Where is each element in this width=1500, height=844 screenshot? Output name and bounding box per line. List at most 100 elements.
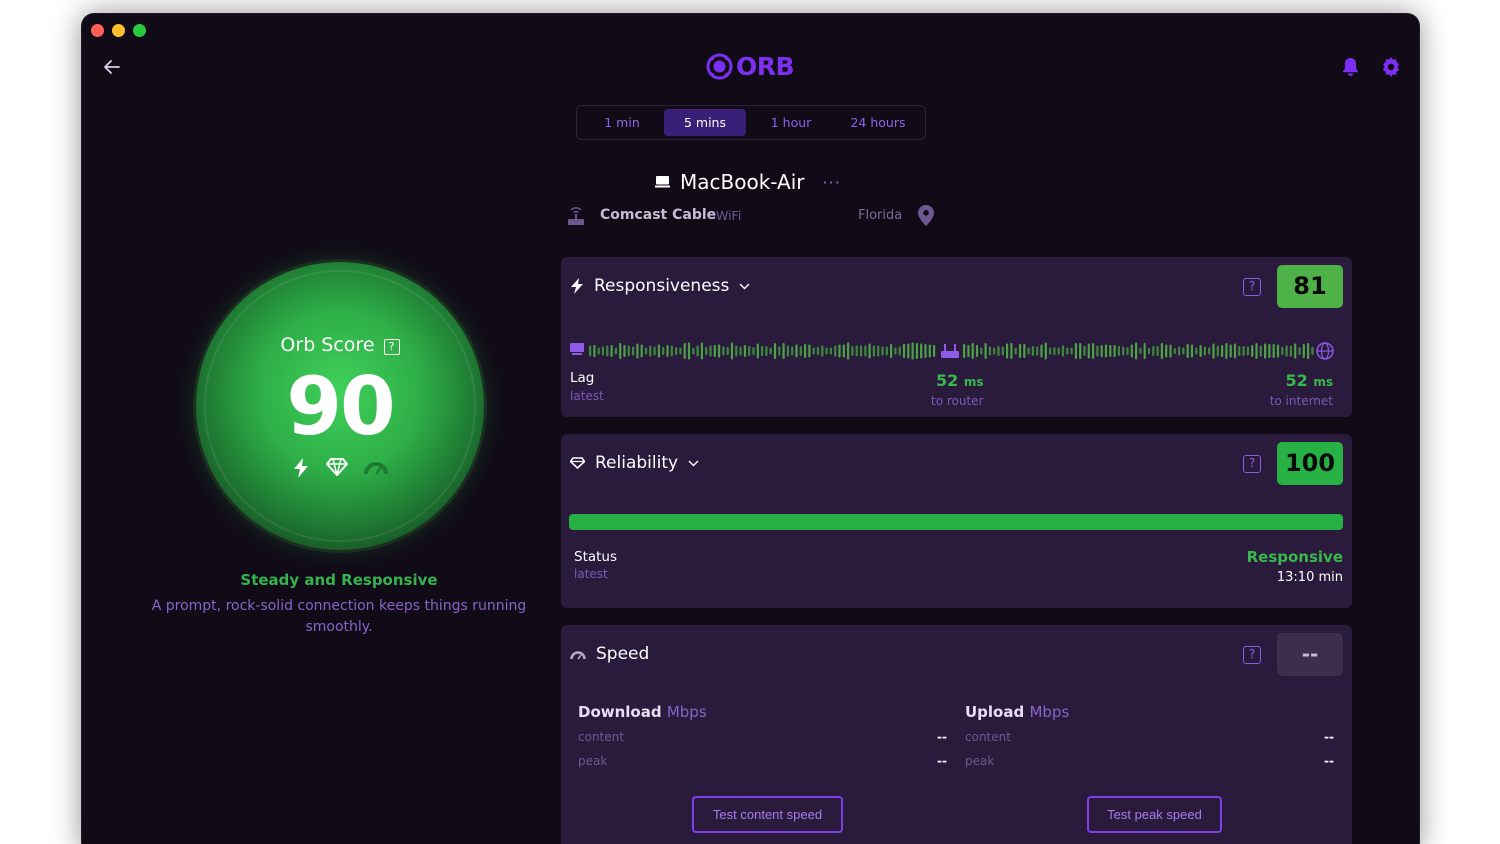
lag-label: Lag [570, 370, 595, 386]
range-5-mins[interactable]: 5 mins [664, 109, 746, 136]
lag-tick [915, 343, 918, 359]
download-unit: Mbps [666, 703, 707, 721]
orb-score-dial: Orb Score ? 90 [196, 262, 484, 550]
internet-latency: 52 ms [1286, 371, 1334, 390]
lag-tick [842, 344, 845, 358]
lag-tick [1040, 344, 1043, 358]
lag-tick [1298, 347, 1301, 355]
lag-tick [1233, 343, 1237, 359]
lag-tick [589, 345, 592, 357]
range-1-hour[interactable]: 1 hour [746, 109, 836, 136]
orb-score-title: Orb Score ? [196, 334, 484, 356]
lag-tick [980, 347, 983, 355]
gear-icon[interactable] [1381, 57, 1401, 77]
lag-tick [756, 343, 759, 359]
lag-tick [632, 346, 635, 356]
lag-tick [838, 344, 841, 358]
lag-tick [1229, 344, 1232, 358]
time-range-selector: 1 min 5 mins 1 hour 24 hours [576, 105, 926, 140]
lag-tick [1165, 344, 1168, 358]
reliability-score-badge: 100 [1277, 442, 1343, 485]
lag-tick [847, 342, 850, 360]
test-content-speed-button[interactable]: Test content speed [692, 796, 843, 833]
lag-tick [1173, 348, 1176, 354]
lag-tick [1169, 344, 1172, 358]
lag-tick [1199, 345, 1202, 357]
speed-card: Speed ? -- Download Mbps content -- peak… [561, 625, 1352, 844]
device-header: MacBook-Air ··· [655, 170, 841, 194]
lag-tick [773, 343, 777, 359]
lag-tick [670, 345, 673, 357]
range-24-hours[interactable]: 24 hours [836, 109, 920, 136]
zoom-window-button[interactable] [133, 24, 146, 37]
laptop-icon [655, 175, 670, 187]
lag-tick [705, 347, 708, 355]
lag-tick [709, 345, 712, 357]
chevron-down-icon [688, 460, 699, 466]
download-content-label: content [578, 730, 624, 744]
lag-tick [610, 345, 613, 357]
lag-tick [967, 345, 970, 357]
speed-score-badge: -- [1277, 633, 1343, 676]
lag-tick [687, 342, 691, 360]
lag-tick [1083, 346, 1086, 356]
upload-peak-label: peak [965, 754, 995, 768]
lag-tick [1092, 343, 1095, 359]
lag-tick [1259, 345, 1262, 357]
lag-tick [1049, 347, 1052, 355]
lag-tick [808, 344, 811, 358]
lag-tick [619, 343, 622, 359]
device-name: MacBook-Air [680, 170, 805, 194]
lag-tick [933, 345, 936, 357]
lag-tick [627, 345, 630, 357]
lag-tick [885, 346, 888, 356]
lag-tick [1221, 345, 1224, 357]
internet-latency-value: 52 [1285, 371, 1308, 390]
responsiveness-header[interactable]: Responsiveness [570, 276, 750, 296]
upload-heading: Upload Mbps [965, 703, 1334, 721]
lag-tick [928, 344, 931, 358]
lag-tick [1100, 345, 1103, 357]
upload-section: Upload Mbps content -- peak -- [965, 703, 1334, 778]
download-peak-row: peak -- [578, 754, 947, 778]
lag-tick [778, 346, 781, 356]
lag-sub-label: latest [570, 389, 604, 403]
orb-category-icons [196, 458, 484, 478]
lag-tick [1147, 348, 1151, 354]
lag-tick [1066, 347, 1069, 355]
download-content-value: -- [937, 730, 947, 744]
lag-tick [657, 344, 660, 358]
lag-tick [920, 343, 923, 359]
speed-help-icon[interactable]: ? [1243, 646, 1261, 664]
orb-help-icon[interactable]: ? [383, 339, 400, 355]
reliability-header[interactable]: Reliability [570, 453, 699, 473]
test-peak-speed-button[interactable]: Test peak speed [1087, 796, 1222, 833]
app-logo: ORB [706, 52, 795, 81]
router-latency-label: to router [931, 394, 984, 408]
lag-tick [825, 347, 828, 355]
lag-tick [1023, 344, 1026, 358]
lag-tick [662, 347, 665, 355]
lag-ticks-router [589, 342, 936, 360]
lag-tick [1018, 344, 1022, 358]
device-more-menu[interactable]: ··· [823, 173, 841, 192]
lag-tick [692, 347, 695, 355]
close-window-button[interactable] [91, 24, 104, 37]
upload-peak-row: peak -- [965, 754, 1334, 778]
lag-tick [606, 345, 609, 357]
minimize-window-button[interactable] [112, 24, 125, 37]
lag-tick [636, 343, 639, 359]
reliability-help-icon[interactable]: ? [1243, 455, 1261, 473]
lag-tick [894, 347, 897, 355]
lag-tick [679, 347, 682, 355]
lag-tick [984, 343, 987, 359]
range-1-min[interactable]: 1 min [580, 109, 664, 136]
back-arrow-icon[interactable] [100, 55, 124, 79]
bell-icon[interactable] [1341, 57, 1360, 77]
lag-tick [1190, 344, 1194, 358]
download-content-row: content -- [578, 730, 947, 754]
lag-tick [1117, 346, 1120, 356]
responsiveness-help-icon[interactable]: ? [1243, 278, 1261, 296]
upload-content-value: -- [1324, 730, 1334, 744]
router-latency-value: 52 [936, 371, 959, 390]
